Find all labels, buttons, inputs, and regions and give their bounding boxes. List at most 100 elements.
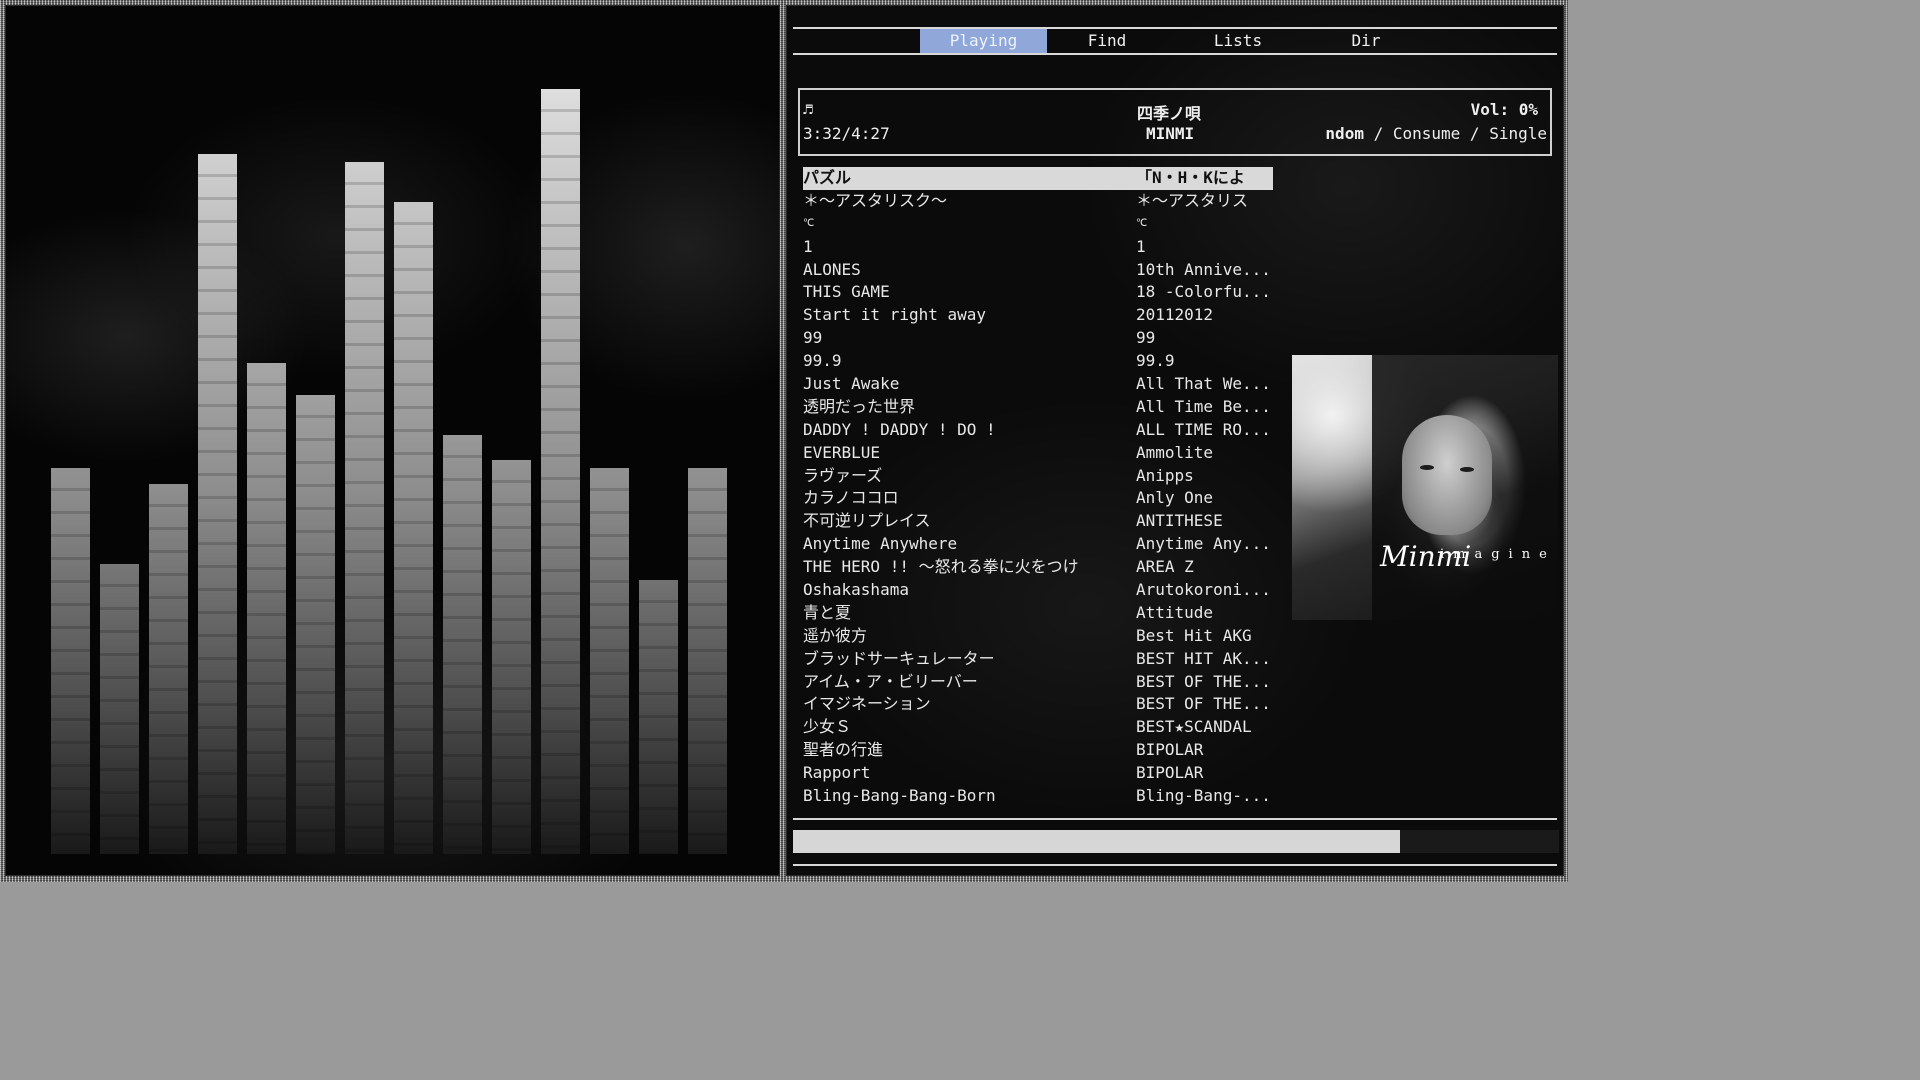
- cover-word: imagine: [1440, 547, 1556, 562]
- music-note-icon: ♬: [803, 100, 813, 119]
- song-title: 四季ノ唄: [1137, 104, 1202, 123]
- playlist-row[interactable]: Bling-Bang-Bang-Born Bling-Bang-...: [803, 785, 1273, 808]
- playlist-row[interactable]: Anytime Anywhere Anytime Any...: [803, 533, 1273, 556]
- playlist-row[interactable]: ＊～アスタリスク～ ＊～アスタリス: [803, 190, 1273, 213]
- track-title: Just Awake: [803, 374, 900, 394]
- track-album: ANTITHESE: [1136, 511, 1223, 531]
- track-album: BIPOLAR: [1136, 740, 1204, 760]
- playlist-row[interactable]: カラノココロ Anly One: [803, 487, 1273, 510]
- track-title: ALONES: [803, 259, 861, 279]
- spectrum-bar: [296, 395, 335, 854]
- playlist-row[interactable]: Oshakashama Arutokoroni...: [803, 579, 1273, 602]
- music-player-window[interactable]: Playing Find Lists Dir ♬ 3:32/4:27 四季ノ唄 …: [786, 5, 1564, 876]
- playlist-row[interactable]: 透明だった世界 All Time Be...: [803, 396, 1273, 419]
- spectrum-bar: [100, 564, 139, 854]
- tab-bar: Playing Find Lists Dir: [787, 29, 1563, 53]
- track-album: BEST★SCANDAL: [1136, 717, 1252, 737]
- track-album: Arutokoroni...: [1136, 580, 1271, 600]
- track-album: Anipps: [1136, 465, 1194, 485]
- playlist-row[interactable]: ブラッドサーキュレーター BEST HIT AK...: [803, 648, 1273, 671]
- footer-rule: [793, 864, 1557, 866]
- spectrum-bar: [345, 162, 384, 854]
- tab-playing[interactable]: Playing: [920, 29, 1047, 53]
- track-title: EVERBLUE: [803, 442, 881, 462]
- mode-random: ndom: [1325, 124, 1364, 143]
- track-title: 少女Ｓ: [803, 717, 852, 737]
- playlist-row[interactable]: 少女Ｓ BEST★SCANDAL: [803, 716, 1273, 739]
- playlist-row[interactable]: Just Awake All That We...: [803, 373, 1273, 396]
- mode-single: Single: [1489, 124, 1547, 143]
- playlist-row[interactable]: ラヴァーズ Anipps: [803, 465, 1273, 488]
- spectrum-bar: [247, 363, 286, 854]
- track-album: 99.9: [1136, 351, 1175, 371]
- spectrum-bar: [198, 154, 237, 854]
- playlist-row[interactable]: 不可逆リプレイス ANTITHESE: [803, 510, 1273, 533]
- playlist-row[interactable]: THIS GAME 18 -Colorfu...: [803, 281, 1273, 304]
- track-album: Best Hit AKG: [1136, 625, 1252, 645]
- playlist-row[interactable]: EVERBLUE Ammolite: [803, 442, 1273, 465]
- track-title: 遥か彼方: [803, 625, 868, 645]
- track-title: ＊～アスタリスク～: [803, 190, 948, 210]
- track-title: 99.9: [803, 351, 842, 371]
- track-album: 20112012: [1136, 305, 1214, 325]
- track-title: THE HERO !! ～怒れる拳に火をつけ: [803, 557, 1079, 577]
- tab-find[interactable]: Find: [1047, 29, 1167, 53]
- mode-consume: Consume: [1392, 124, 1461, 143]
- tab-rule: [793, 53, 1557, 55]
- visualizer-window: [5, 5, 780, 876]
- playlist-row[interactable]: イマジネーション BEST OF THE...: [803, 693, 1273, 716]
- tab-lists[interactable]: Lists: [1177, 29, 1299, 53]
- spectrum-bar: [443, 435, 482, 854]
- playlist-row[interactable]: 99.9 99.9: [803, 350, 1273, 373]
- track-album: ＊～アスタリス: [1136, 190, 1249, 210]
- playlist-row[interactable]: THE HERO !! ～怒れる拳に火をつけ AREA Z: [803, 556, 1273, 579]
- playlist-row[interactable]: 青と夏 Attitude: [803, 602, 1273, 625]
- playlist-row[interactable]: ALONES 10th Annive...: [803, 259, 1273, 282]
- playlist-row[interactable]: 99 99: [803, 327, 1273, 350]
- album-cover: Minmi imagine: [1292, 355, 1558, 620]
- volume-indicator: Vol: 0%: [1470, 100, 1538, 119]
- track-title: Rapport: [803, 763, 871, 783]
- track-title: 不可逆リプレイス: [803, 511, 931, 531]
- track-album: AREA Z: [1136, 557, 1194, 577]
- track-title: THIS GAME: [803, 282, 890, 302]
- track-album: BIPOLAR: [1136, 763, 1204, 783]
- track-title: DADDY ! DADDY ! DO !: [803, 419, 996, 439]
- track-title: ブラッドサーキュレーター: [803, 648, 995, 668]
- track-title: 99: [803, 328, 823, 348]
- track-album: Bling-Bang-...: [1136, 786, 1271, 806]
- playlist-row[interactable]: Start it right away 20112012: [803, 304, 1273, 327]
- spectrum-bar: [541, 89, 580, 854]
- song-artist: MINMI: [1146, 124, 1195, 143]
- mode-separator: /: [1460, 124, 1490, 143]
- cover-eye: [1460, 467, 1474, 472]
- track-album: 「N・H・Kによ: [1136, 168, 1245, 187]
- progress-fill: [793, 830, 1401, 853]
- track-title: ラヴァーズ: [803, 465, 883, 485]
- playlist-row[interactable]: パズル 「N・H・Kによ: [803, 167, 1273, 190]
- cover-face: [1402, 415, 1492, 535]
- playlist-row[interactable]: Rapport BIPOLAR: [803, 762, 1273, 785]
- track-album: BEST OF THE...: [1136, 694, 1271, 714]
- track-title: イマジネーション: [803, 694, 931, 714]
- track-title: Oshakashama: [803, 580, 909, 600]
- track-title: カラノココロ: [803, 488, 899, 508]
- track-album: Anly One: [1136, 488, 1214, 508]
- playlist-row[interactable]: 聖者の行進 BIPOLAR: [803, 739, 1273, 762]
- elapsed-time: 3:32/4:27: [803, 124, 890, 143]
- playlist-row[interactable]: アイム・ア・ビリーバー BEST OF THE...: [803, 671, 1273, 694]
- track-album: 99: [1136, 328, 1156, 348]
- track-album: Attitude: [1136, 602, 1214, 622]
- playlist[interactable]: パズル 「N・H・Kによ ＊～アスタリスク～ ＊～アスタリス ℃ ℃ 1 1 ALONES 10t…: [803, 167, 1273, 808]
- spectrum-bar: [590, 468, 629, 854]
- playlist-row[interactable]: ℃ ℃: [803, 213, 1273, 236]
- playlist-row[interactable]: 遥か彼方 Best Hit AKG: [803, 625, 1273, 648]
- tab-dir[interactable]: Dir: [1305, 29, 1427, 53]
- playlist-row[interactable]: DADDY ! DADDY ! DO ! ALL TIME RO...: [803, 419, 1273, 442]
- progress-bar[interactable]: [793, 830, 1559, 853]
- playlist-row[interactable]: 11: [803, 236, 1273, 259]
- track-title: アイム・ア・ビリーバー: [803, 671, 978, 691]
- spectrum-bar: [149, 484, 188, 854]
- track-album: 10th Annive...: [1136, 259, 1271, 279]
- track-title: ℃: [803, 217, 815, 229]
